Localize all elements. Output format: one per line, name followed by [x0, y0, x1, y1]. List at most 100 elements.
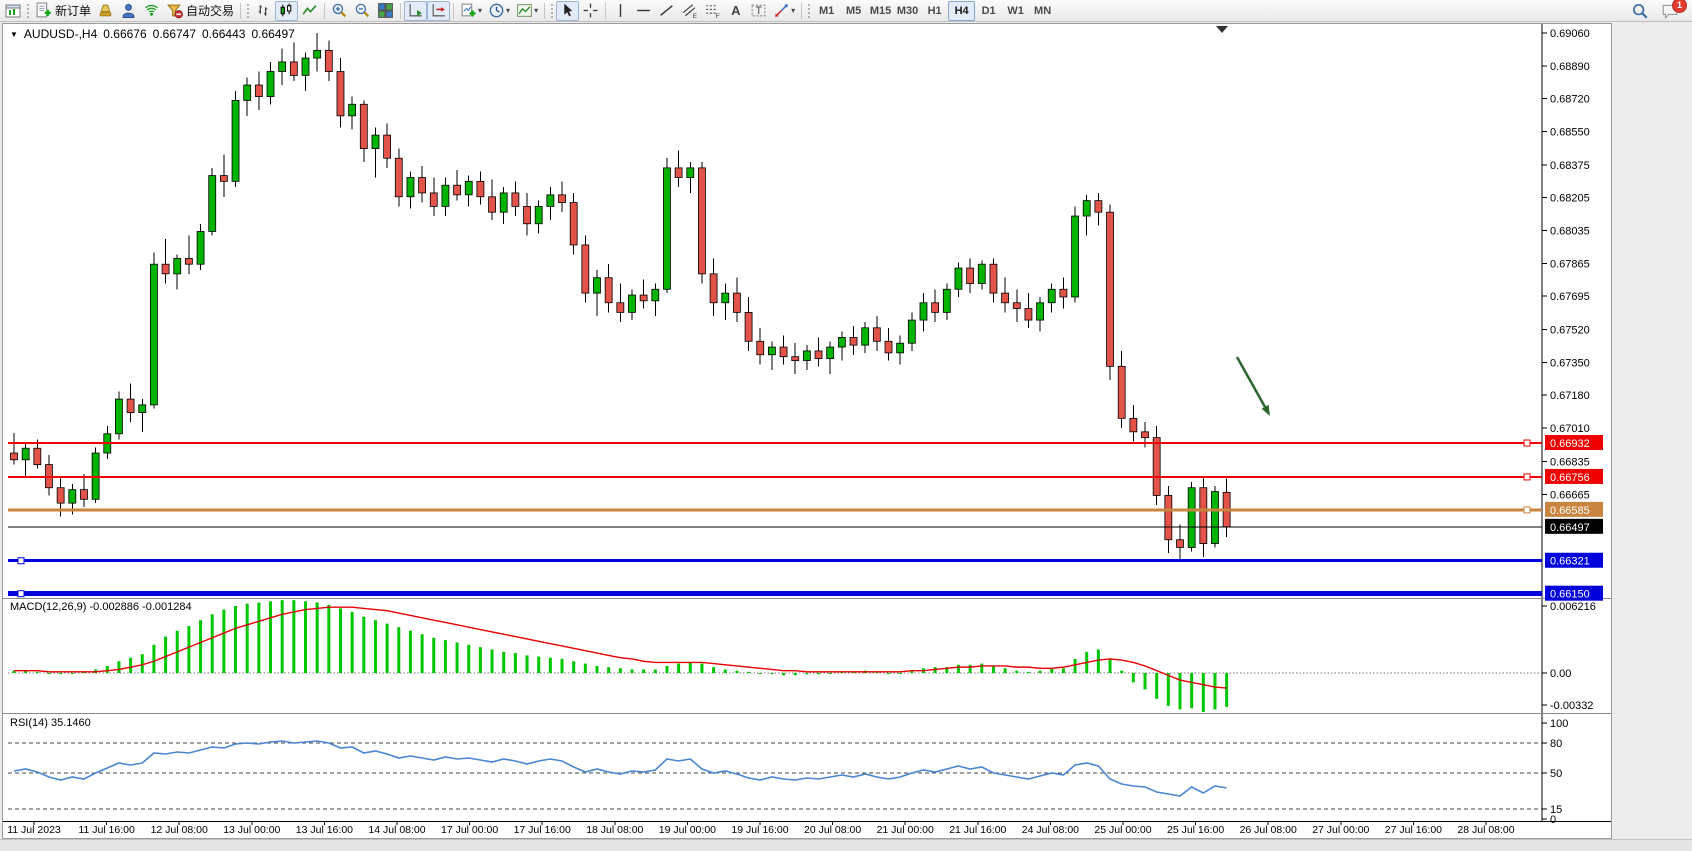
svg-text:0.68720: 0.68720	[1550, 94, 1590, 106]
chart-frame	[3, 24, 1612, 839]
channel-icon: E	[681, 2, 698, 19]
metaeditor-button[interactable]	[94, 1, 117, 21]
dropdown-caret: ▾	[478, 6, 482, 15]
rsi-value: 35.1460	[51, 717, 91, 729]
search-button[interactable]	[1628, 1, 1652, 21]
svg-text:21 Jul 16:00: 21 Jul 16:00	[949, 824, 1006, 836]
high-value: 0.66747	[153, 27, 196, 41]
auto-scroll-button[interactable]	[404, 1, 427, 21]
equidistant-channel-tool-button[interactable]: E	[678, 1, 701, 21]
text-label-tool-button[interactable]: T	[747, 1, 770, 21]
toolbar-separator	[453, 3, 454, 19]
svg-text:50: 50	[1550, 768, 1562, 780]
bar-chart-type-button[interactable]	[252, 1, 275, 21]
templates-button[interactable]: ▾	[513, 1, 541, 21]
svg-text:24 Jul 08:00: 24 Jul 08:00	[1022, 824, 1079, 836]
timeframe-button-H1[interactable]: H1	[921, 1, 948, 21]
svg-text:25 Jul 00:00: 25 Jul 00:00	[1094, 824, 1151, 836]
new-order-button[interactable]: 新订单	[32, 1, 94, 21]
svg-text:80: 80	[1550, 738, 1562, 750]
main-toolbar: 新订单 自动交易	[0, 0, 1692, 22]
cursor-button[interactable]	[556, 1, 579, 21]
arrows-tool-button[interactable]: ▾	[770, 1, 798, 21]
crosshair-icon	[582, 2, 599, 19]
svg-text:0.66150: 0.66150	[1550, 589, 1590, 601]
svg-text:11 Jul 16:00: 11 Jul 16:00	[78, 824, 135, 836]
svg-text:0.66665: 0.66665	[1550, 489, 1590, 501]
new-order-icon	[35, 2, 52, 19]
signals-button[interactable]	[140, 1, 163, 21]
svg-text:T: T	[756, 5, 763, 17]
line-chart-type-button[interactable]	[298, 1, 321, 21]
svg-text:100: 100	[1550, 718, 1568, 730]
svg-text:13 Jul 16:00: 13 Jul 16:00	[296, 824, 353, 836]
timeframe-button-MN[interactable]: MN	[1029, 1, 1056, 21]
chart-shift-button[interactable]	[427, 1, 450, 21]
svg-text:0.67865: 0.67865	[1550, 258, 1590, 270]
svg-text:-0.00332: -0.00332	[1550, 700, 1593, 712]
svg-text:0.66932: 0.66932	[1550, 438, 1590, 450]
svg-text:0.68035: 0.68035	[1550, 225, 1590, 237]
svg-text:0.66835: 0.66835	[1550, 457, 1590, 469]
trendline-tool-button[interactable]	[655, 1, 678, 21]
toolbar-separator	[801, 3, 802, 19]
close-value: 0.66497	[251, 27, 294, 41]
horizontal-line-tool-button[interactable]	[632, 1, 655, 21]
text-tool-button[interactable]: A	[724, 1, 747, 21]
signals-icon	[143, 2, 160, 19]
svg-text:0.66321: 0.66321	[1550, 556, 1590, 568]
timeframe-button-M15[interactable]: M15	[867, 1, 894, 21]
fibonacci-tool-button[interactable]: F	[701, 1, 724, 21]
arrows-icon	[773, 2, 790, 19]
zoom-in-button[interactable]	[328, 1, 351, 21]
toolbar-separator	[324, 3, 325, 19]
zoom-out-button[interactable]	[351, 1, 374, 21]
svg-text:20 Jul 08:00: 20 Jul 08:00	[804, 824, 861, 836]
svg-text:0.67010: 0.67010	[1550, 423, 1590, 435]
timeframe-button-H4[interactable]: H4	[948, 1, 975, 21]
clock-icon	[488, 2, 505, 19]
timeframe-toolbar: M1M5M15M30H1H4D1W1MN	[813, 1, 1056, 21]
timeframe-button-M5[interactable]: M5	[840, 1, 867, 21]
candle-chart-type-button[interactable]	[275, 1, 298, 21]
autotrading-funnel-icon	[166, 2, 183, 19]
new-order-label: 新订单	[55, 2, 91, 19]
window-menu-icon[interactable]: ▼	[10, 30, 18, 39]
toolbar-grip	[246, 3, 250, 19]
svg-text:0.68550: 0.68550	[1550, 126, 1590, 138]
notification-badge: 1	[1672, 0, 1687, 13]
chart-shift-icon	[430, 2, 447, 19]
chart-title: ▼ AUDUSD-,H4 0.66676 0.66747 0.66443 0.6…	[10, 27, 295, 41]
timeframe-button-M30[interactable]: M30	[894, 1, 921, 21]
chart-canvas[interactable]: 0.669320.667560.665850.664970.663210.661…	[0, 0, 1692, 851]
tile-windows-button[interactable]	[374, 1, 397, 21]
svg-text:0: 0	[1550, 814, 1556, 826]
svg-text:28 Jul 08:00: 28 Jul 08:00	[1457, 824, 1514, 836]
market-person-icon	[120, 2, 137, 19]
cursor-arrow-icon	[559, 2, 576, 19]
svg-text:0.68890: 0.68890	[1550, 61, 1590, 73]
vertical-line-tool-button[interactable]	[609, 1, 632, 21]
timeframe-button-W1[interactable]: W1	[1002, 1, 1029, 21]
svg-text:21 Jul 00:00: 21 Jul 00:00	[877, 824, 934, 836]
chart-window-icon	[2, 1, 24, 21]
toolbar-grip	[550, 3, 554, 19]
svg-text:17 Jul 00:00: 17 Jul 00:00	[441, 824, 498, 836]
market-button[interactable]	[117, 1, 140, 21]
open-value: 0.66676	[103, 27, 146, 41]
autotrading-label: 自动交易	[186, 2, 234, 19]
candlestick-chart-icon	[278, 2, 295, 19]
timeframe-button-D1[interactable]: D1	[975, 1, 1002, 21]
timeframe-button-M1[interactable]: M1	[813, 1, 840, 21]
search-icon	[1631, 2, 1649, 20]
notifications-button[interactable]: 1	[1658, 1, 1682, 21]
toolbar-separator	[400, 3, 401, 19]
autotrading-button[interactable]: 自动交易	[163, 1, 237, 21]
svg-text:25 Jul 16:00: 25 Jul 16:00	[1167, 824, 1224, 836]
periods-button[interactable]: ▾	[485, 1, 513, 21]
rsi-name: RSI(14)	[10, 717, 48, 729]
svg-text:11 Jul 2023: 11 Jul 2023	[7, 824, 61, 836]
indicators-button[interactable]: ▾	[457, 1, 485, 21]
crosshair-button[interactable]	[579, 1, 602, 21]
toolbar-separator	[544, 3, 545, 19]
